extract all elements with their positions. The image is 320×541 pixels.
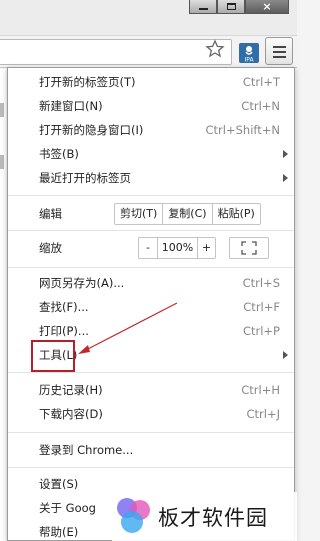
chrome-menu-button[interactable] bbox=[265, 37, 293, 65]
menu-item-print[interactable]: 打印(P)... Ctrl+P bbox=[8, 320, 294, 342]
menu-item-downloads[interactable]: 下载内容(D) Ctrl+J bbox=[8, 403, 294, 425]
fullscreen-button[interactable] bbox=[229, 237, 269, 259]
paste-button[interactable]: 粘贴(P) bbox=[211, 204, 260, 224]
cut-button[interactable]: 剪切(T) bbox=[115, 204, 162, 224]
bookmark-star-icon[interactable] bbox=[205, 39, 225, 59]
minimize-icon bbox=[198, 7, 208, 10]
extension-ipa-icon[interactable]: IPA bbox=[238, 39, 260, 65]
page-content-edge bbox=[0, 69, 6, 541]
chrome-main-menu: 打开新的标签页(T) Ctrl+T 新建窗口(N) Ctrl+N 打开新的隐身窗… bbox=[7, 67, 295, 541]
submenu-arrow-icon bbox=[283, 174, 288, 182]
zoom-level-value: 100% bbox=[157, 238, 197, 258]
tools-highlight-box bbox=[31, 340, 75, 372]
submenu-arrow-icon bbox=[283, 150, 288, 158]
edit-button-group: 剪切(T) 复制(C) 粘贴(P) bbox=[114, 203, 261, 225]
menu-item-bookmarks[interactable]: 书签(B) bbox=[8, 143, 294, 165]
menu-item-recent-tabs[interactable]: 最近打开的标签页 bbox=[8, 167, 294, 189]
menu-item-history[interactable]: 历史记录(H) Ctrl+H bbox=[8, 379, 294, 401]
zoom-control-group: - 100% + bbox=[138, 237, 216, 259]
menu-item-new-window[interactable]: 新建窗口(N) Ctrl+N bbox=[8, 95, 294, 117]
menu-separator bbox=[8, 372, 294, 373]
menu-item-incognito[interactable]: 打开新的隐身窗口(I) Ctrl+Shift+N bbox=[8, 119, 294, 141]
menu-separator bbox=[8, 267, 294, 268]
watermark: 板才软件园 bbox=[112, 492, 297, 541]
menu-item-sign-in[interactable]: 登录到 Chrome... bbox=[8, 439, 294, 461]
menu-edit-row: 编辑 剪切(T) 复制(C) 粘贴(P) bbox=[8, 202, 294, 226]
watermark-text: 板才软件园 bbox=[158, 506, 268, 530]
address-bar[interactable] bbox=[0, 39, 232, 65]
menu-item-new-tab[interactable]: 打开新的标签页(T) Ctrl+T bbox=[8, 71, 294, 93]
menu-item-find[interactable]: 查找(F)... Ctrl+F bbox=[8, 296, 294, 318]
menu-separator bbox=[8, 467, 294, 468]
close-icon: × bbox=[262, 0, 272, 13]
window-controls: × bbox=[189, 0, 289, 14]
fullscreen-icon bbox=[241, 241, 257, 255]
minimize-button[interactable] bbox=[189, 0, 217, 14]
window-titlebar: × bbox=[0, 0, 297, 36]
menu-item-save-page[interactable]: 网页另存为(A)... Ctrl+S bbox=[8, 272, 294, 294]
menu-separator bbox=[8, 195, 294, 196]
submenu-arrow-icon bbox=[283, 351, 288, 359]
maximize-icon bbox=[226, 3, 236, 10]
maximize-button[interactable] bbox=[217, 0, 245, 14]
zoom-in-button[interactable]: + bbox=[197, 238, 215, 258]
watermark-logo-icon bbox=[117, 498, 150, 533]
zoom-out-button[interactable]: - bbox=[139, 238, 157, 258]
menu-zoom-row: 缩放 - 100% + bbox=[8, 236, 294, 260]
menu-separator bbox=[8, 432, 294, 433]
extension-label: IPA bbox=[244, 57, 254, 64]
copy-button[interactable]: 复制(C) bbox=[162, 204, 211, 224]
menu-separator bbox=[8, 230, 294, 231]
browser-toolbar: IPA bbox=[0, 36, 297, 68]
close-button[interactable]: × bbox=[245, 0, 289, 14]
